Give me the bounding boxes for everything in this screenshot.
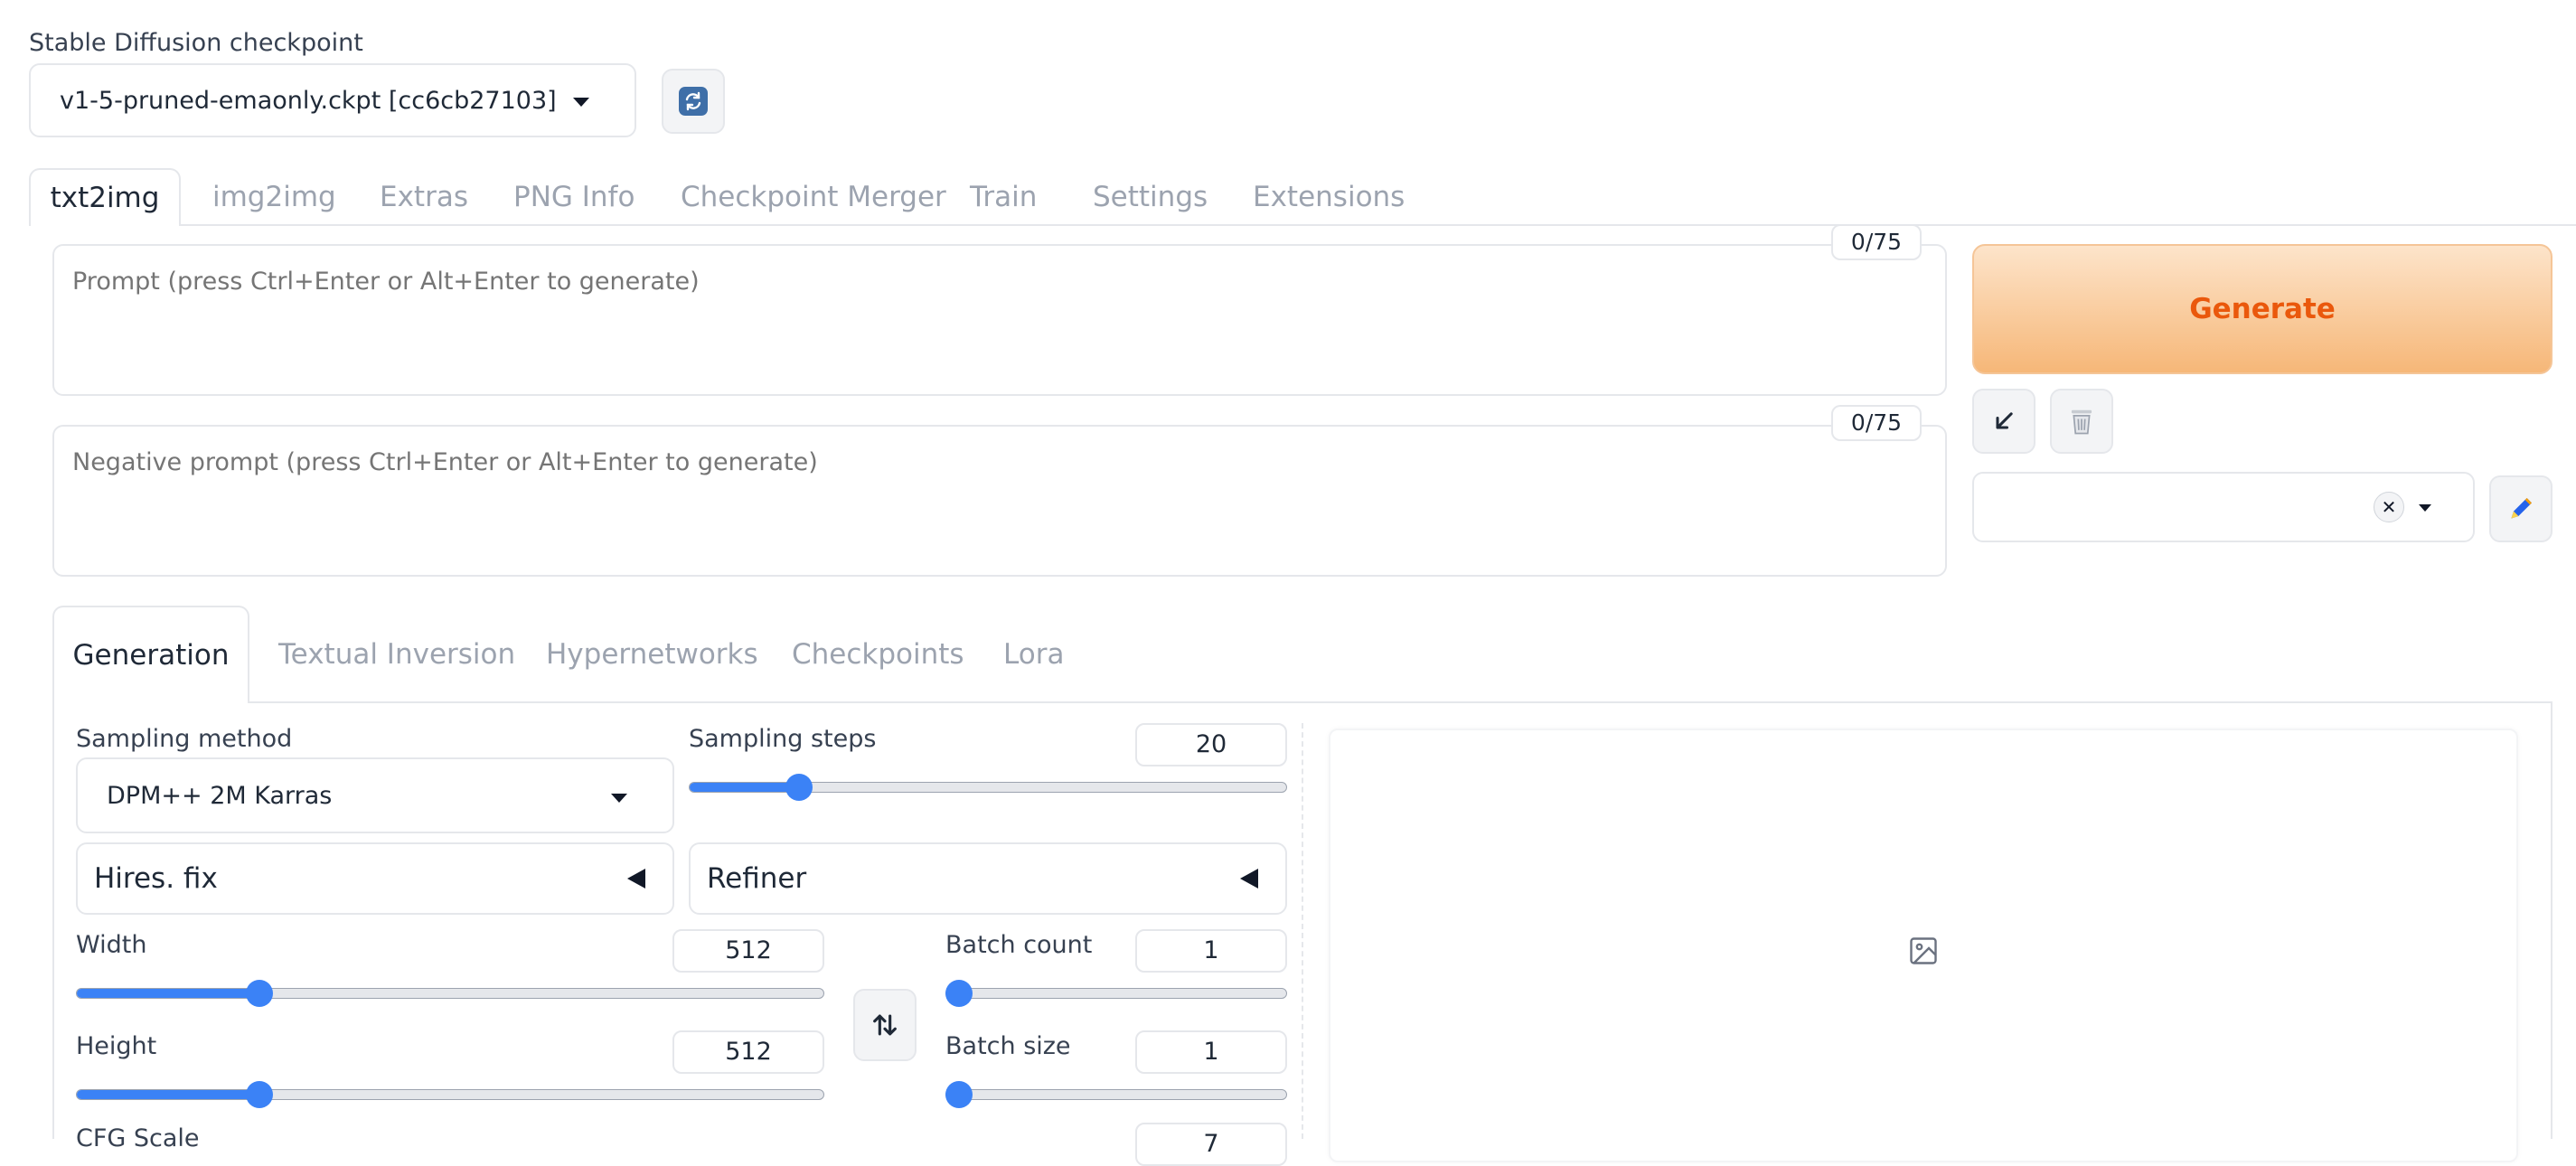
sampling-steps-input[interactable]: 20 — [1135, 723, 1287, 766]
batch-size-label: Batch size — [945, 1032, 1071, 1060]
main-tab-bar: txt2img img2img Extras PNG Info Checkpoi… — [29, 168, 2576, 226]
sampling-method-value: DPM++ 2M Karras — [107, 781, 333, 810]
slider-thumb[interactable] — [785, 774, 813, 801]
slider-thumb[interactable] — [245, 980, 273, 1007]
negative-prompt-input[interactable] — [54, 427, 1945, 575]
arrow-down-left-icon — [1996, 412, 2013, 429]
tab-extras[interactable]: Extras — [380, 168, 468, 226]
chevron-down-icon — [611, 794, 627, 803]
sampling-method-dropdown[interactable]: DPM++ 2M Karras — [76, 757, 674, 833]
prompt-input[interactable] — [54, 246, 1945, 394]
refresh-icon — [679, 87, 708, 116]
tab-extensions[interactable]: Extensions — [1253, 168, 1405, 226]
batch-size-input[interactable]: 1 — [1135, 1030, 1287, 1074]
prompt-token-counter: 0/75 — [1831, 224, 1922, 260]
read-generation-params-button[interactable] — [1972, 389, 2035, 454]
styles-dropdown[interactable]: ✕ — [1972, 472, 2475, 542]
hires-fix-accordion[interactable]: Hires. fix — [76, 842, 674, 915]
checkpoint-label: Stable Diffusion checkpoint — [29, 29, 363, 57]
height-input[interactable]: 512 — [672, 1030, 824, 1074]
sub-tab-bar: Generation Textual Inversion Hypernetwor… — [52, 606, 2552, 703]
batch-size-slider[interactable] — [945, 1081, 1287, 1108]
cfg-scale-input[interactable]: 7 — [1135, 1123, 1287, 1166]
slider-thumb[interactable] — [945, 980, 973, 1007]
prompt-box — [52, 244, 1947, 396]
tab-img2img[interactable]: img2img — [212, 168, 336, 226]
tab-txt2img[interactable]: txt2img — [29, 168, 181, 226]
swap-vertical-icon — [873, 1014, 897, 1036]
chevron-down-icon — [2419, 504, 2431, 512]
refresh-checkpoint-button[interactable] — [662, 69, 725, 134]
tab-settings[interactable]: Settings — [1093, 168, 1208, 226]
collapse-arrow-icon — [627, 869, 645, 889]
batch-count-slider[interactable] — [945, 980, 1287, 1007]
tab-train[interactable]: Train — [970, 168, 1037, 226]
output-gallery[interactable] — [1329, 729, 2518, 1162]
trash-icon — [2071, 409, 2092, 435]
tab-checkpoints[interactable]: Checkpoints — [792, 606, 964, 703]
width-input[interactable]: 512 — [672, 929, 824, 973]
refiner-label: Refiner — [707, 862, 807, 895]
height-label: Height — [76, 1032, 157, 1060]
column-divider — [1302, 723, 1303, 1139]
batch-count-input[interactable]: 1 — [1135, 929, 1287, 973]
checkpoint-value: v1-5-pruned-emaonly.ckpt [cc6cb27103] — [60, 86, 557, 115]
height-slider[interactable] — [76, 1081, 824, 1108]
width-slider[interactable] — [76, 980, 824, 1007]
tab-hypernetworks[interactable]: Hypernetworks — [546, 606, 758, 703]
hires-fix-label: Hires. fix — [94, 862, 218, 895]
negative-prompt-box — [52, 425, 1947, 577]
slider-thumb[interactable] — [945, 1081, 973, 1108]
tab-textual-inversion[interactable]: Textual Inversion — [278, 606, 515, 703]
collapse-arrow-icon — [1240, 869, 1258, 889]
generation-panel-left-border — [52, 701, 54, 1139]
checkpoint-dropdown[interactable]: v1-5-pruned-emaonly.ckpt [cc6cb27103] — [29, 63, 636, 137]
image-placeholder-icon — [1910, 937, 1937, 964]
negative-prompt-token-counter: 0/75 — [1831, 405, 1922, 441]
clear-prompt-button[interactable] — [2050, 389, 2113, 454]
refiner-accordion[interactable]: Refiner — [689, 842, 1287, 915]
tab-generation[interactable]: Generation — [52, 606, 249, 703]
edit-styles-button[interactable] — [2489, 475, 2552, 542]
chevron-down-icon — [573, 98, 589, 107]
batch-count-label: Batch count — [945, 931, 1093, 959]
width-label: Width — [76, 931, 147, 959]
sampling-steps-label: Sampling steps — [689, 725, 877, 753]
generate-button[interactable]: Generate — [1972, 244, 2552, 374]
sampling-steps-slider[interactable] — [689, 774, 1287, 801]
slider-thumb[interactable] — [245, 1081, 273, 1108]
generation-panel-right-border — [2551, 701, 2552, 1139]
close-icon[interactable]: ✕ — [2374, 492, 2404, 522]
pencil-icon — [2511, 498, 2532, 519]
tab-lora[interactable]: Lora — [1003, 606, 1064, 703]
sampling-method-label: Sampling method — [76, 725, 293, 753]
tab-png-info[interactable]: PNG Info — [513, 168, 635, 226]
tab-checkpoint-merger[interactable]: Checkpoint Merger — [681, 168, 946, 226]
swap-dimensions-button[interactable] — [853, 989, 917, 1061]
